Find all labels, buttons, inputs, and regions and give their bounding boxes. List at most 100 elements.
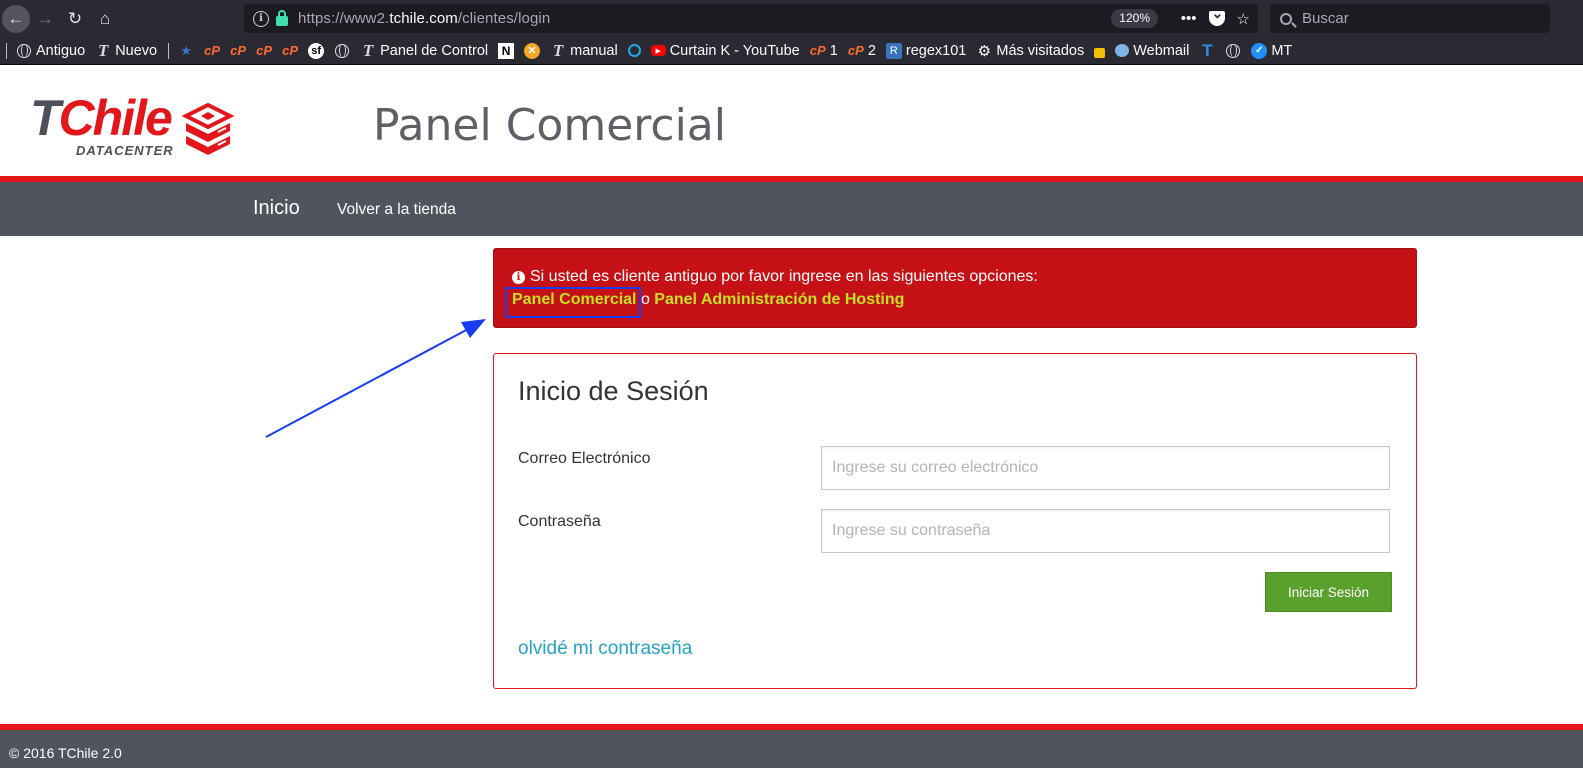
- zoom-badge[interactable]: 120%: [1111, 9, 1158, 28]
- globe-icon: [16, 43, 32, 59]
- bookmark-label: MT: [1271, 42, 1293, 59]
- bookmark-youtube[interactable]: ▶ Curtain K - YouTube: [646, 40, 805, 62]
- bookmark-cpanel-a[interactable]: cP: [199, 40, 225, 62]
- bookmark-label: regex101: [905, 42, 967, 59]
- bookmark-cpanel-2[interactable]: cP 2: [843, 40, 881, 62]
- bookmark-webmail[interactable]: Webmail: [1110, 40, 1194, 62]
- email-field[interactable]: [821, 446, 1390, 490]
- bookmark-x[interactable]: ✕: [519, 40, 545, 62]
- more-actions-icon[interactable]: •••: [1181, 10, 1197, 27]
- bookmark-lock[interactable]: [1089, 40, 1110, 62]
- bookmark-label: Nuevo: [115, 42, 158, 59]
- url-bar[interactable]: i https://www2.tchile.com/clientes/login…: [244, 4, 1258, 33]
- bookmark-nuevo[interactable]: T Nuevo: [90, 40, 162, 62]
- password-label: Contraseña: [518, 513, 601, 530]
- alert-message: Si usted es cliente antiguo por favor in…: [530, 268, 1038, 285]
- bookmark-label: Curtain K - YouTube: [669, 42, 800, 59]
- login-card: Inicio de Sesión Correo Electrónico Cont…: [493, 353, 1417, 689]
- bookmark-flag[interactable]: ★: [173, 40, 199, 62]
- bookmark-symfony[interactable]: sf: [303, 40, 329, 62]
- bookmark-separator: [6, 42, 7, 59]
- forward-button[interactable]: →: [30, 4, 60, 34]
- pocket-icon[interactable]: [1208, 5, 1225, 26]
- page-title: Panel Comercial: [373, 100, 726, 151]
- bookmark-label: Más visitados: [996, 42, 1085, 59]
- reload-button[interactable]: ↻: [60, 4, 90, 34]
- password-field[interactable]: [821, 509, 1390, 553]
- cpanel-icon: cP: [204, 43, 221, 58]
- nav-inicio[interactable]: Inicio: [253, 197, 300, 220]
- tchile-logo[interactable]: TChile DATACENTER: [30, 90, 240, 160]
- back-button[interactable]: ←: [2, 4, 30, 33]
- cpanel-icon: cP: [256, 43, 273, 58]
- bookmark-regex101[interactable]: R regex101: [881, 40, 971, 62]
- bookmark-label: Antiguo: [36, 42, 86, 59]
- url-text[interactable]: https://www2.tchile.com/clientes/login: [298, 10, 550, 27]
- bookmark-cpanel-d[interactable]: cP: [277, 40, 303, 62]
- search-icon: [1280, 12, 1292, 25]
- bookmark-panel-de-control[interactable]: T Panel de Control: [355, 40, 493, 62]
- bookmark-ring[interactable]: [623, 40, 646, 62]
- bookmark-cpanel-c[interactable]: cP: [251, 40, 277, 62]
- bookmark-cpanel-b[interactable]: cP: [225, 40, 251, 62]
- logo-wordmark: TChile: [30, 90, 173, 146]
- webmail-icon: [1115, 44, 1130, 57]
- logo-t: T: [30, 90, 61, 146]
- youtube-icon: ▶: [650, 45, 666, 56]
- bookmark-globe-2[interactable]: [1220, 40, 1246, 62]
- bookmark-notion[interactable]: N: [493, 40, 519, 62]
- bookmark-manual[interactable]: T manual: [545, 40, 623, 62]
- bookmarks-toolbar: Antiguo T Nuevo ★ cP cP cP cP sf T Panel…: [0, 37, 1583, 65]
- forgot-password-link[interactable]: olvidé mi contraseña: [518, 638, 692, 660]
- search-placeholder: Buscar: [1302, 10, 1349, 27]
- server-stack-icon: [181, 103, 235, 155]
- tchile-icon: T: [552, 40, 564, 60]
- url-prefix: https://www2.: [298, 10, 390, 27]
- check-badge-icon: ✓: [1251, 42, 1268, 59]
- notion-icon: N: [498, 42, 515, 59]
- bookmark-mas-visitados[interactable]: ⚙ Más visitados: [971, 40, 1089, 62]
- tchile-icon: T: [362, 40, 374, 60]
- t-blue-icon: T: [1202, 40, 1213, 60]
- bookmark-label: 2: [867, 42, 876, 59]
- footer-copyright: © 2016 TChile 2.0: [9, 745, 122, 761]
- globe-icon: [1225, 43, 1241, 59]
- bookmark-t-blue[interactable]: T: [1194, 40, 1220, 62]
- cpanel-icon: cP: [230, 43, 247, 58]
- cpanel-icon: cP: [282, 43, 299, 58]
- alert-message-line: i Si usted es cliente antiguo por favor …: [512, 268, 1038, 286]
- bookmark-globe[interactable]: [329, 40, 355, 62]
- bookmark-mt[interactable]: ✓ MT: [1246, 40, 1297, 62]
- bookmark-star-icon[interactable]: ☆: [1237, 10, 1250, 28]
- globe-icon: [334, 43, 350, 59]
- annotation-highlight-box: [505, 287, 641, 318]
- bookmark-separator: [168, 42, 170, 59]
- arrow-left-icon: ←: [7, 8, 25, 28]
- panel-hosting-link[interactable]: Panel Administración de Hosting: [654, 291, 904, 308]
- arrow-right-icon: →: [36, 8, 54, 28]
- bookmark-cpanel-1[interactable]: cP 1: [805, 40, 843, 62]
- nav-volver-tienda[interactable]: Volver a la tienda: [337, 201, 456, 219]
- login-button[interactable]: Iniciar Sesión: [1265, 572, 1392, 612]
- info-icon[interactable]: i: [253, 10, 269, 27]
- search-bar[interactable]: Buscar: [1270, 4, 1550, 33]
- email-label: Correo Electrónico: [518, 450, 651, 467]
- main-nav: Inicio Volver a la tienda: [0, 182, 1583, 236]
- url-path: /clientes/login: [457, 10, 551, 27]
- reload-icon: ↻: [67, 8, 83, 28]
- symfony-icon: sf: [308, 42, 325, 59]
- bookmark-antiguo[interactable]: Antiguo: [11, 40, 90, 62]
- logo-subtitle: DATACENTER: [76, 143, 174, 158]
- site-header: TChile DATACENTER Panel Comercial: [0, 66, 1583, 176]
- bookmark-label: 1: [829, 42, 838, 59]
- bookmark-label: manual: [570, 42, 618, 59]
- url-actions: ••• ☆: [1181, 4, 1250, 33]
- tchile-icon: T: [97, 40, 109, 60]
- lock-icon[interactable]: [276, 9, 288, 26]
- home-button[interactable]: ⌂: [90, 4, 120, 34]
- site-footer: © 2016 TChile 2.0: [0, 730, 1583, 768]
- home-icon: ⌂: [99, 8, 111, 28]
- cpanel-icon: cP: [847, 43, 864, 58]
- gear-icon: ⚙: [977, 42, 992, 60]
- padlock-icon: [1094, 48, 1106, 58]
